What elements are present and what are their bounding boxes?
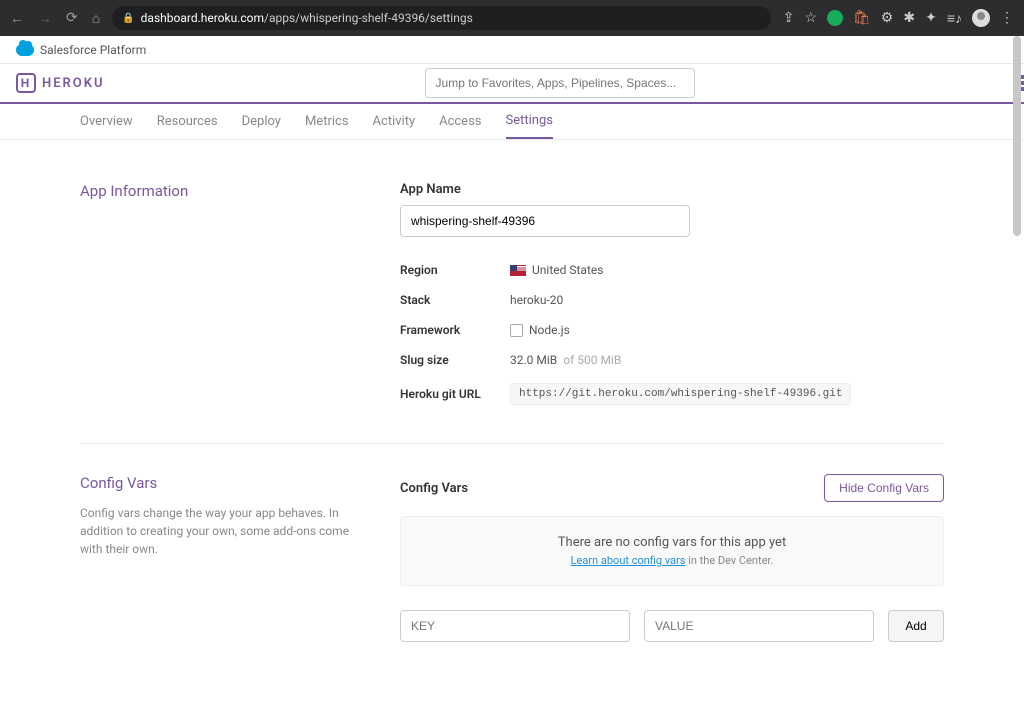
tab-deploy[interactable]: Deploy xyxy=(242,104,281,139)
us-flag-icon xyxy=(510,265,526,276)
home-icon[interactable]: ⌂ xyxy=(92,10,100,27)
framework-label: Framework xyxy=(400,323,510,337)
empty-state-message: There are no config vars for this app ye… xyxy=(419,535,925,550)
scrollbar-track xyxy=(1012,36,1022,593)
app-header: H HEROKU xyxy=(0,64,1024,104)
share-icon[interactable]: ⇪ xyxy=(783,10,795,26)
empty-state-help: Learn about config vars in the Dev Cente… xyxy=(419,554,925,567)
browser-extensions: ⇪ ☆ 🛍 ⚙ ✱ ✦ ≡♪ ⋮ xyxy=(783,9,1014,27)
browser-nav: ← → ⟳ ⌂ xyxy=(10,10,100,27)
grammarly-icon[interactable] xyxy=(827,10,843,26)
tab-settings[interactable]: Settings xyxy=(506,104,553,139)
region-label: Region xyxy=(400,263,510,277)
slug-value: 32.0 MiB of 500 MiB xyxy=(510,353,621,367)
nodejs-icon xyxy=(510,324,523,337)
stack-label: Stack xyxy=(400,293,510,307)
git-url-label: Heroku git URL xyxy=(400,387,510,401)
config-vars-title: Config Vars xyxy=(80,474,360,492)
config-vars-panel-title: Config Vars xyxy=(400,481,468,496)
lock-icon: 🔒 xyxy=(122,13,134,24)
region-value: United States xyxy=(510,263,603,277)
config-value-input[interactable] xyxy=(644,610,874,642)
tab-activity[interactable]: Activity xyxy=(373,104,416,139)
app-tabs: Overview Resources Deploy Metrics Activi… xyxy=(0,104,1024,140)
framework-value: Node.js xyxy=(510,323,570,337)
url-text: dashboard.heroku.com/apps/whispering-she… xyxy=(141,11,473,25)
git-url-value[interactable]: https://git.heroku.com/whispering-shelf-… xyxy=(510,383,851,405)
config-var-add-row: Add xyxy=(400,610,944,642)
config-vars-empty-state: There are no config vars for this app ye… xyxy=(400,516,944,586)
stack-value: heroku-20 xyxy=(510,293,563,307)
section-config-vars: Config Vars Config vars change the way y… xyxy=(80,443,944,672)
browser-chrome: ← → ⟳ ⌂ 🔒 dashboard.heroku.com/apps/whis… xyxy=(0,0,1024,36)
search-input[interactable] xyxy=(425,68,695,98)
back-icon[interactable]: ← xyxy=(10,10,24,27)
scrollbar-thumb[interactable] xyxy=(1013,36,1021,236)
salesforce-label: Salesforce Platform xyxy=(40,43,146,57)
tab-access[interactable]: Access xyxy=(439,104,481,139)
menu-dots-icon[interactable]: ⋮ xyxy=(1000,10,1014,26)
forward-icon[interactable]: → xyxy=(38,10,52,27)
heroku-logo-text: HEROKU xyxy=(42,76,105,91)
heroku-logo-mark: H xyxy=(16,73,36,93)
learn-config-vars-link[interactable]: Learn about config vars xyxy=(571,554,686,567)
asterisk-icon[interactable]: ✱ xyxy=(903,10,915,26)
heroku-logo[interactable]: H HEROKU xyxy=(16,73,105,93)
url-bar[interactable]: 🔒 dashboard.heroku.com/apps/whispering-s… xyxy=(112,6,771,30)
salesforce-cloud-icon xyxy=(16,44,34,56)
hide-config-vars-button[interactable]: Hide Config Vars xyxy=(824,474,944,502)
gear-ext-icon[interactable]: ⚙ xyxy=(881,10,894,26)
app-name-input[interactable] xyxy=(400,205,690,237)
profile-avatar-icon[interactable] xyxy=(972,9,990,27)
salesforce-banner: Salesforce Platform xyxy=(0,36,1024,64)
slug-label: Slug size xyxy=(400,353,510,367)
config-vars-desc: Config vars change the way your app beha… xyxy=(80,504,360,558)
puzzle-icon[interactable]: ✦ xyxy=(925,10,937,26)
reload-icon[interactable]: ⟳ xyxy=(66,10,78,26)
main-content: App Information App Name Region United S… xyxy=(0,140,1024,702)
config-key-input[interactable] xyxy=(400,610,630,642)
section-app-info: App Information App Name Region United S… xyxy=(80,170,944,443)
app-info-title: App Information xyxy=(80,182,360,200)
add-config-var-button[interactable]: Add xyxy=(888,610,944,642)
bag-icon[interactable]: 🛍 xyxy=(853,10,871,26)
tab-metrics[interactable]: Metrics xyxy=(305,104,349,139)
tab-overview[interactable]: Overview xyxy=(80,104,133,139)
playlist-icon[interactable]: ≡♪ xyxy=(947,10,962,27)
bookmark-icon[interactable]: ☆ xyxy=(804,10,817,26)
app-name-label: App Name xyxy=(400,182,944,197)
tab-resources[interactable]: Resources xyxy=(157,104,218,139)
